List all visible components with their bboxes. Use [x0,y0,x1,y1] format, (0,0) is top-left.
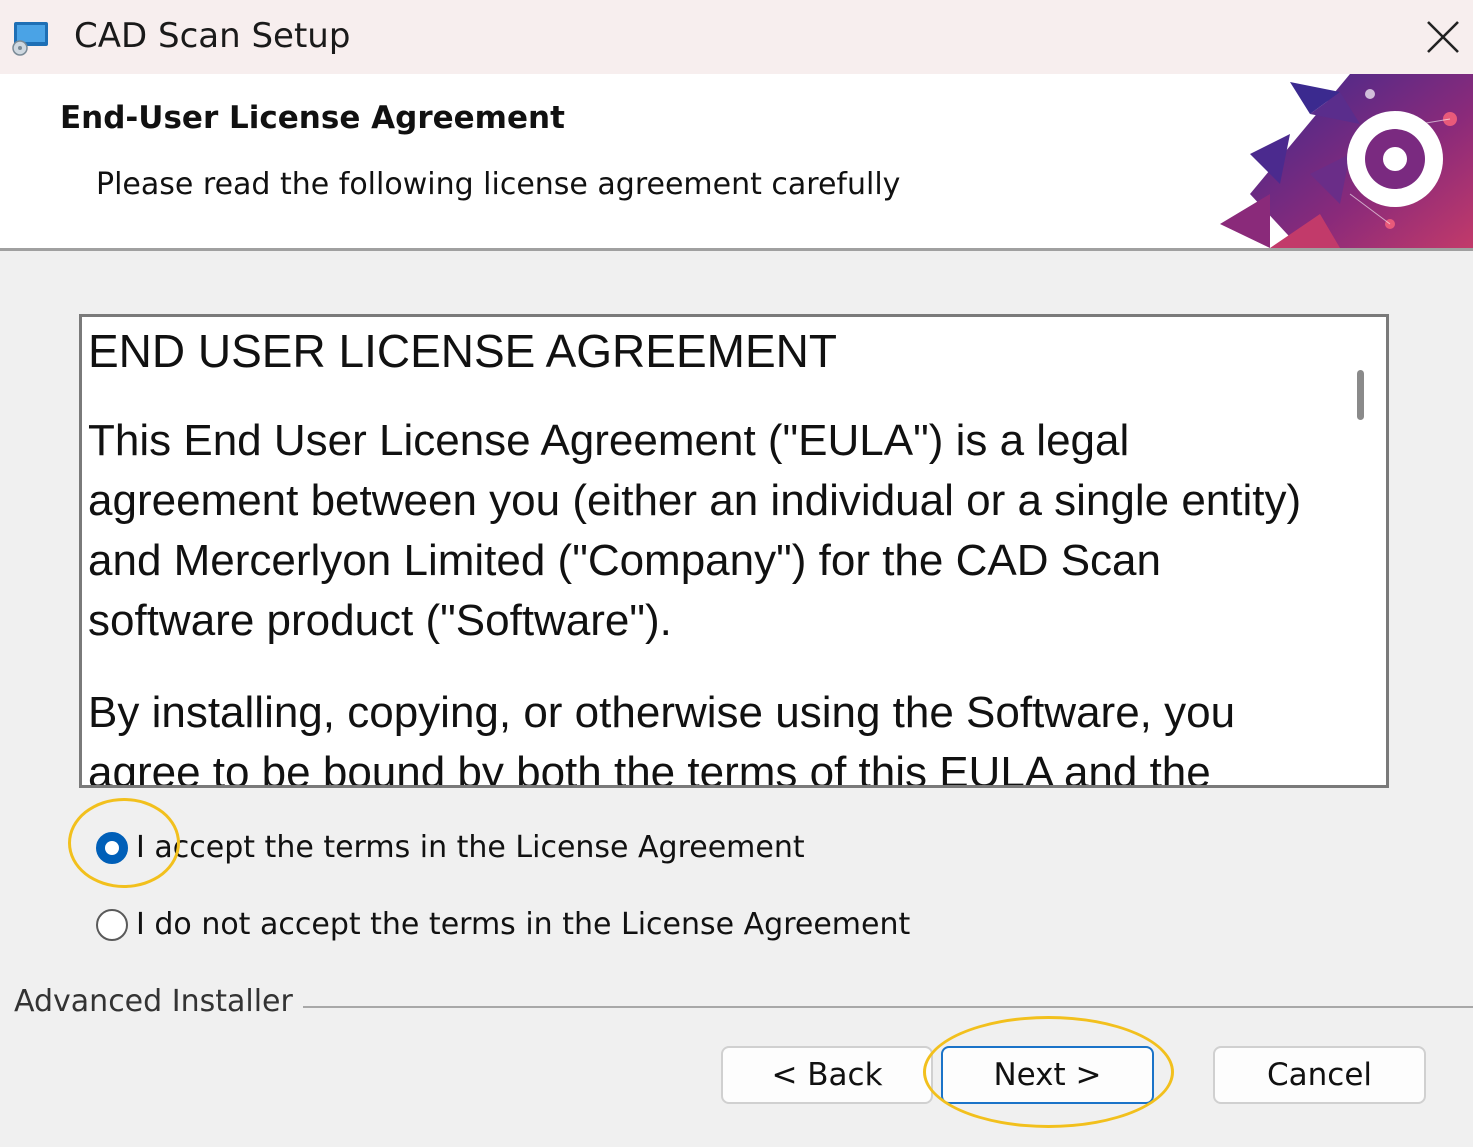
banner-graphic [1220,74,1473,248]
installer-brand: Advanced Installer [14,984,303,1019]
license-paragraph: By installing, copying, or otherwise usi… [88,688,1236,788]
next-button[interactable]: Next > [941,1046,1154,1104]
installer-app-icon [12,22,48,56]
back-button[interactable]: < Back [721,1046,933,1104]
close-icon [1427,21,1459,53]
decline-label[interactable]: I do not accept the terms in the License… [136,907,910,942]
title-bar: CAD Scan Setup [0,0,1473,74]
page-subtitle: Please read the following license agreem… [96,167,901,202]
accept-label[interactable]: I accept the terms in the License Agreem… [136,830,805,865]
license-paragraph: This End User License Agreement ("EULA")… [88,416,1302,645]
accept-terms-option[interactable]: I accept the terms in the License Agreem… [96,830,805,865]
header-divider [0,248,1473,251]
window-title: CAD Scan Setup [74,16,351,56]
decline-radio[interactable] [96,908,128,941]
page-title: End-User License Agreement [60,100,565,136]
license-text-area[interactable]: END USER LICENSE AGREEMENT This End User… [79,314,1389,788]
scrollbar-thumb[interactable] [1357,370,1364,420]
accept-radio[interactable] [96,831,128,864]
license-heading: END USER LICENSE AGREEMENT [88,325,837,377]
decline-terms-option[interactable]: I do not accept the terms in the License… [96,907,910,942]
close-button[interactable] [1413,0,1473,74]
cancel-button[interactable]: Cancel [1213,1046,1426,1104]
footer-divider [294,1006,1473,1008]
